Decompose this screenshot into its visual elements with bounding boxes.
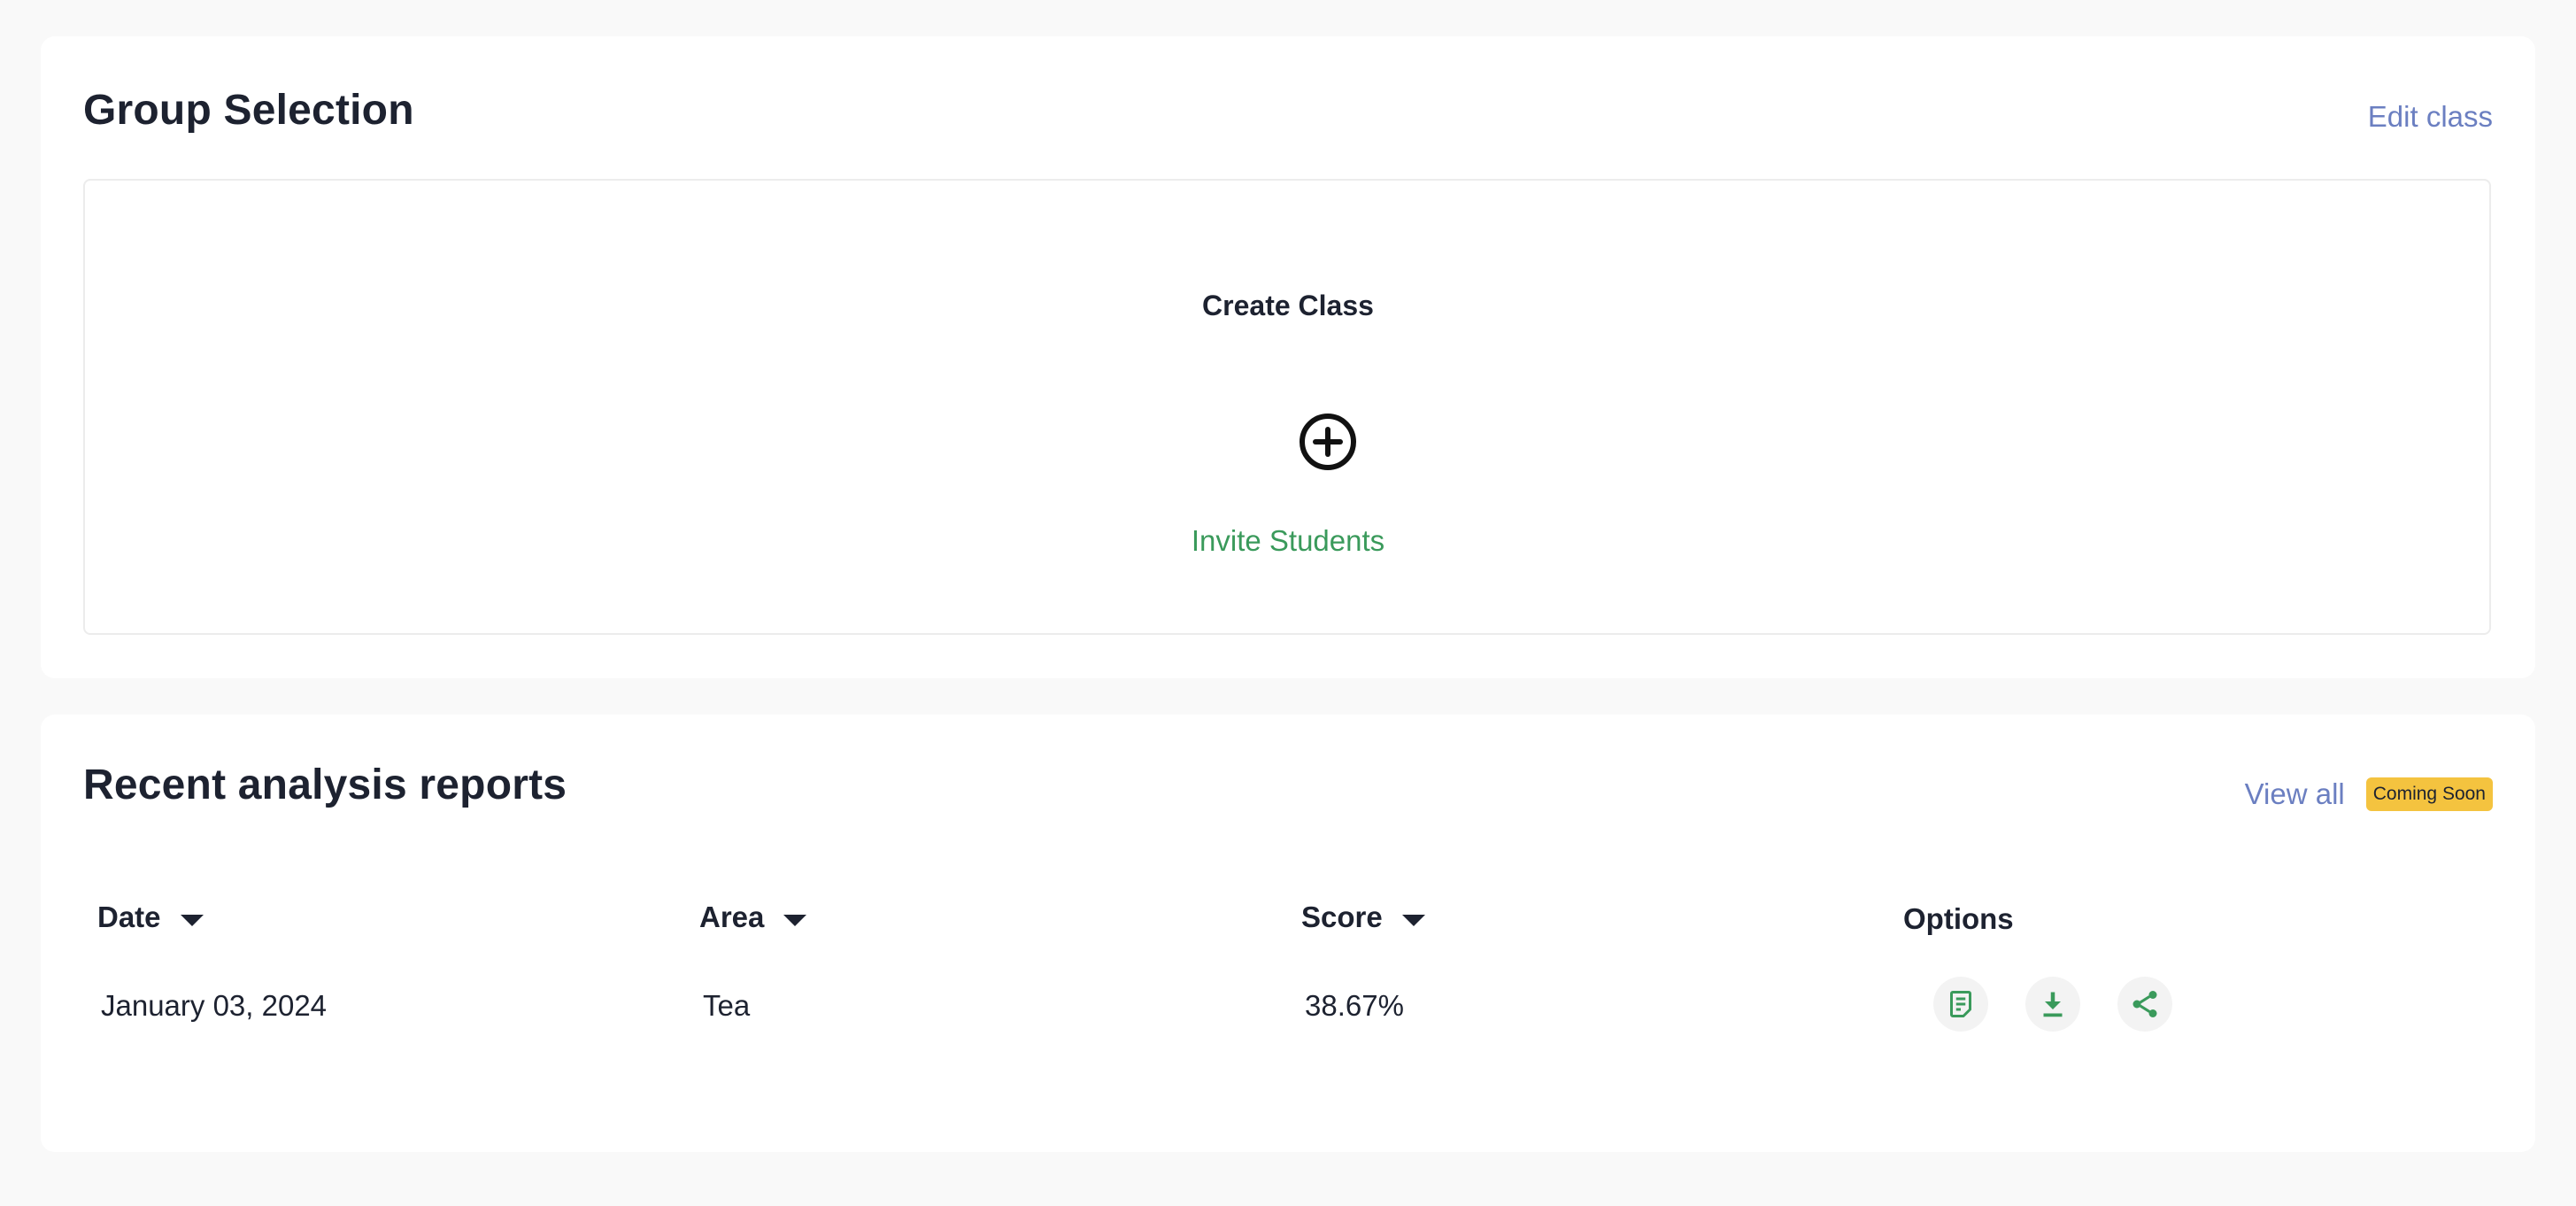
sort-caret-icon: [1401, 914, 1425, 926]
download-report-button[interactable]: [2025, 977, 2080, 1032]
create-class-title: Create Class: [1202, 290, 1374, 321]
sort-caret-icon: [783, 914, 807, 926]
reports-actions: View all Coming Soon: [2245, 777, 2493, 811]
report-icon: [1950, 991, 1971, 1017]
group-selection-title: Group Selection: [83, 87, 414, 134]
column-header-score[interactable]: Score: [1301, 901, 1425, 934]
column-header-score-label: Score: [1301, 901, 1383, 933]
column-header-area-label: Area: [699, 901, 765, 933]
sort-caret-icon: [180, 914, 204, 926]
recent-reports-title: Recent analysis reports: [83, 761, 567, 808]
column-header-area[interactable]: Area: [699, 901, 807, 934]
view-all-link[interactable]: View all: [2245, 777, 2345, 811]
add-circle-icon[interactable]: [1299, 413, 1357, 471]
edit-class-link[interactable]: Edit class: [2368, 100, 2493, 134]
column-header-options-label: Options: [1903, 902, 2014, 935]
group-selection-card: Group Selection Edit class Create Class …: [41, 36, 2535, 678]
column-header-date[interactable]: Date: [97, 901, 204, 934]
report-date-cell: January 03, 2024: [101, 989, 328, 1022]
report-score-cell: 38.67%: [1305, 989, 1404, 1022]
coming-soon-badge: Coming Soon: [2365, 777, 2493, 811]
report-area-cell: Tea: [703, 989, 751, 1022]
recent-reports-card: Recent analysis reports View all Coming …: [41, 715, 2535, 1152]
column-header-date-label: Date: [97, 901, 161, 933]
create-class-panel: [83, 179, 2491, 635]
view-report-button[interactable]: [1933, 977, 1988, 1032]
share-report-button[interactable]: [2117, 977, 2172, 1032]
invite-students-link[interactable]: Invite Students: [41, 524, 2535, 558]
column-header-options: Options: [1903, 902, 2014, 936]
download-icon: [2043, 992, 2063, 1017]
share-icon: [2133, 991, 2157, 1017]
